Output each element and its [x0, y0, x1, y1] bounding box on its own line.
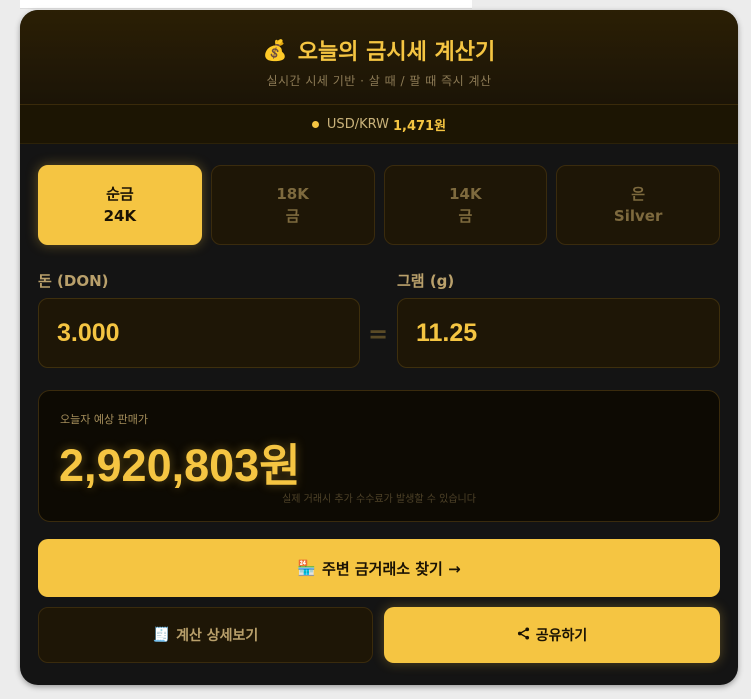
share-button[interactable]: 공유하기 — [384, 607, 720, 663]
tab-label-sub: Silver — [613, 207, 663, 225]
metal-tabs: 순금 24K 18K 금 14K 금 은 Silver — [38, 165, 720, 245]
share-label: 공유하기 — [535, 628, 588, 644]
live-dot-icon — [311, 120, 319, 128]
subtitle: 실시간 시세 기반 · 살 때 / 팔 때 즉시 계산 — [266, 74, 492, 88]
gram-input[interactable]: 11.25 — [397, 298, 720, 368]
equals-sign: = — [368, 320, 389, 348]
find-store-button[interactable]: 🏪 주변 금거래소 찾기 → — [38, 539, 720, 597]
exchange-rate-bar: USD/KRW 1,471원 — [20, 105, 738, 144]
view-details-label: 계산 상세보기 — [176, 628, 259, 644]
result-panel: 오늘자 예상 판매가 2,920,803원 실제 거래시 추가 수수료가 발생할… — [38, 390, 720, 522]
find-store-label: 주변 금거래소 찾기 → — [322, 559, 461, 578]
tab-label-main: 18K — [276, 185, 309, 203]
tab-silver[interactable]: 은 Silver — [556, 165, 720, 245]
gram-label: 그램 (g) — [397, 272, 455, 290]
tab-14k[interactable]: 14K 금 — [383, 165, 548, 245]
money-bag-icon: 💰 — [262, 38, 288, 62]
tab-label-sub: 금 — [458, 207, 473, 225]
share-icon — [517, 626, 530, 644]
fee-note: 실제 거래시 추가 수수료가 발생할 수 있습니다 — [282, 494, 476, 505]
gold-calculator-card: 💰 오늘의 금시세 계산기 실시간 시세 기반 · 살 때 / 팔 때 즉시 계… — [20, 10, 738, 685]
tab-label-main: 14K — [449, 185, 482, 203]
rate-value: 1,471원 — [392, 118, 447, 134]
estimated-price: 2,920,803원 — [59, 440, 301, 491]
tab-label-main: 은 — [631, 185, 646, 203]
don-label: 돈 (DON) — [38, 272, 109, 290]
header: 💰 오늘의 금시세 계산기 실시간 시세 기반 · 살 때 / 팔 때 즉시 계… — [20, 10, 738, 105]
tab-label-sub: 24K — [103, 207, 137, 225]
page-title: 💰 오늘의 금시세 계산기 — [20, 10, 738, 66]
receipt-icon: 🧾 — [152, 627, 171, 643]
title-text: 오늘의 금시세 계산기 — [297, 40, 496, 65]
store-icon: 🏪 — [297, 559, 317, 577]
view-details-button[interactable]: 🧾 계산 상세보기 — [38, 607, 373, 663]
result-label: 오늘자 예상 판매가 — [60, 413, 148, 426]
background-page-strip — [20, 0, 472, 9]
don-input[interactable]: 3.000 — [38, 298, 360, 368]
tab-24k[interactable]: 순금 24K — [38, 165, 202, 245]
tab-18k[interactable]: 18K 금 — [210, 165, 375, 245]
tab-label-main: 순금 — [106, 185, 134, 203]
rate-label: USD/KRW — [326, 116, 389, 132]
tab-label-sub: 금 — [285, 207, 300, 225]
